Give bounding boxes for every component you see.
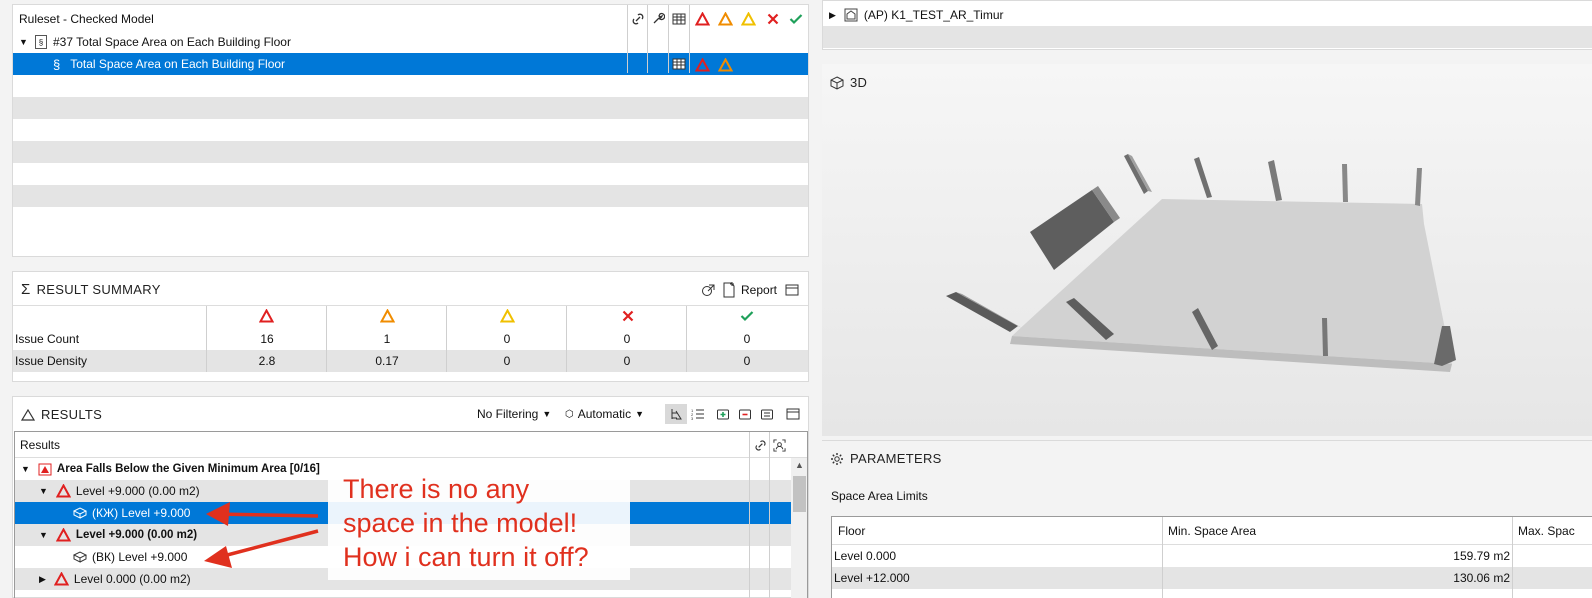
floor-cell: Level 0.000 <box>834 549 897 563</box>
column-header-min-area[interactable]: Min. Space Area <box>1168 524 1256 538</box>
parameters-panel: PARAMETERS Space Area Limits Floor Min. … <box>822 440 1592 598</box>
floor-cell: Level +12.000 <box>834 571 910 585</box>
min-area-cell[interactable]: 130.06 m2 <box>1453 571 1510 585</box>
parameters-column-header: Floor Min. Space Area Max. Spac <box>832 517 1592 545</box>
column-separator <box>1162 517 1163 598</box>
column-header-floor[interactable]: Floor <box>838 524 865 538</box>
view3d-panel: 3D <box>822 64 1592 436</box>
column-header-max-area[interactable]: Max. Spac <box>1518 524 1575 538</box>
gear-icon <box>831 452 843 465</box>
parameters-row[interactable]: Level 0.000 159.79 m2 <box>832 545 1592 567</box>
expand-arrow-icon[interactable]: ▶ <box>829 10 836 21</box>
parameters-header: PARAMETERS <box>830 451 942 466</box>
empty-row <box>823 26 1592 48</box>
model-tree-root-row[interactable]: ▶ (AP) K1_TEST_AR_Timur <box>823 4 1592 26</box>
model-tree-panel: ▶ (AP) K1_TEST_AR_Timur <box>822 0 1592 50</box>
min-area-cell[interactable]: 159.79 m2 <box>1453 549 1510 563</box>
column-separator <box>1512 517 1513 598</box>
app-window: Ruleset - Checked Model ▼ § #37 Total Sp… <box>0 0 1592 598</box>
parameters-title: PARAMETERS <box>850 451 942 466</box>
model-tree-root-label: (AP) K1_TEST_AR_Timur <box>863 8 1004 22</box>
parameters-section-label: Space Area Limits <box>831 489 928 503</box>
building-model-3d[interactable] <box>822 64 1592 436</box>
parameters-row[interactable]: Level +12.000 130.06 m2 <box>832 567 1592 589</box>
space-area-limits-table: Floor Min. Space Area Max. Spac Level 0.… <box>831 516 1592 598</box>
building-icon <box>844 8 858 22</box>
